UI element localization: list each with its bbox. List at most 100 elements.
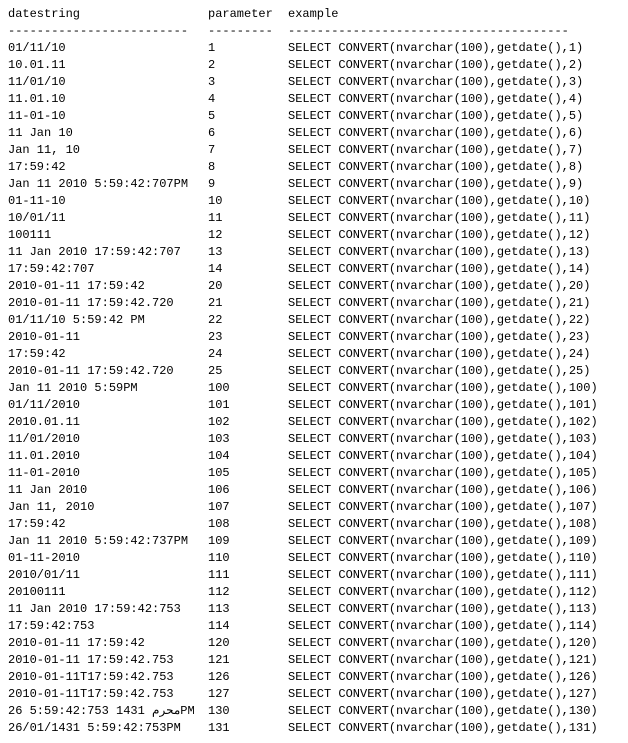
table-row: 17:59:42:753114SELECT CONVERT(nvarchar(1… (8, 618, 620, 635)
cell-parameter: 11 (208, 210, 288, 227)
cell-datestring: 17:59:42 (8, 346, 208, 363)
cell-example: SELECT CONVERT(nvarchar(100),getdate(),1… (288, 499, 620, 516)
sql-convert-table: datestring parameter example -----------… (8, 6, 620, 737)
table-row: 11-01-2010105SELECT CONVERT(nvarchar(100… (8, 465, 620, 482)
cell-example: SELECT CONVERT(nvarchar(100),getdate(),7… (288, 142, 620, 159)
table-row: 17:59:42108SELECT CONVERT(nvarchar(100),… (8, 516, 620, 533)
cell-datestring: 26/01/1431 5:59:42:753PM (8, 720, 208, 737)
cell-parameter: 23 (208, 329, 288, 346)
cell-parameter: 105 (208, 465, 288, 482)
cell-datestring: 2010-01-11 17:59:42.753 (8, 652, 208, 669)
cell-parameter: 5 (208, 108, 288, 125)
cell-datestring: Jan 11, 2010 (8, 499, 208, 516)
cell-example: SELECT CONVERT(nvarchar(100),getdate(),2… (288, 57, 620, 74)
table-row: 20100111112SELECT CONVERT(nvarchar(100),… (8, 584, 620, 601)
cell-parameter: 20 (208, 278, 288, 295)
cell-datestring: 10/01/11 (8, 210, 208, 227)
cell-example: SELECT CONVERT(nvarchar(100),getdate(),1… (288, 618, 620, 635)
cell-example: SELECT CONVERT(nvarchar(100),getdate(),8… (288, 159, 620, 176)
cell-parameter: 126 (208, 669, 288, 686)
cell-parameter: 112 (208, 584, 288, 601)
cell-parameter: 7 (208, 142, 288, 159)
cell-example: SELECT CONVERT(nvarchar(100),getdate(),2… (288, 295, 620, 312)
table-row: 11 Jan 2010 17:59:42:753113SELECT CONVER… (8, 601, 620, 618)
table-row: 2010-01-1123SELECT CONVERT(nvarchar(100)… (8, 329, 620, 346)
cell-parameter: 120 (208, 635, 288, 652)
table-row: 10/01/1111SELECT CONVERT(nvarchar(100),g… (8, 210, 620, 227)
cell-example: SELECT CONVERT(nvarchar(100),getdate(),2… (288, 312, 620, 329)
cell-parameter: 2 (208, 57, 288, 74)
cell-example: SELECT CONVERT(nvarchar(100),getdate(),1… (288, 669, 620, 686)
cell-example: SELECT CONVERT(nvarchar(100),getdate(),1… (288, 703, 620, 720)
cell-example: SELECT CONVERT(nvarchar(100),getdate(),1… (288, 40, 620, 57)
divider: --------------------------------------- (288, 23, 620, 40)
cell-parameter: 102 (208, 414, 288, 431)
cell-example: SELECT CONVERT(nvarchar(100),getdate(),1… (288, 431, 620, 448)
cell-parameter: 113 (208, 601, 288, 618)
cell-parameter: 104 (208, 448, 288, 465)
cell-datestring: 01/11/10 (8, 40, 208, 57)
cell-example: SELECT CONVERT(nvarchar(100),getdate(),1… (288, 465, 620, 482)
cell-datestring: 26 5:59:42:753 محرم 1431PM (8, 703, 208, 720)
table-row: 2010-01-11 17:59:42.72025SELECT CONVERT(… (8, 363, 620, 380)
cell-example: SELECT CONVERT(nvarchar(100),getdate(),1… (288, 397, 620, 414)
cell-example: SELECT CONVERT(nvarchar(100),getdate(),1… (288, 652, 620, 669)
cell-parameter: 114 (208, 618, 288, 635)
cell-example: SELECT CONVERT(nvarchar(100),getdate(),1… (288, 686, 620, 703)
cell-datestring: 11 Jan 10 (8, 125, 208, 142)
cell-example: SELECT CONVERT(nvarchar(100),getdate(),1… (288, 482, 620, 499)
table-row: 17:59:428SELECT CONVERT(nvarchar(100),ge… (8, 159, 620, 176)
table-row: Jan 11, 2010107SELECT CONVERT(nvarchar(1… (8, 499, 620, 516)
cell-example: SELECT CONVERT(nvarchar(100),getdate(),4… (288, 91, 620, 108)
divider: ------------------------- (8, 23, 208, 40)
cell-datestring: 11 Jan 2010 17:59:42:707 (8, 244, 208, 261)
cell-parameter: 107 (208, 499, 288, 516)
cell-example: SELECT CONVERT(nvarchar(100),getdate(),9… (288, 176, 620, 193)
cell-parameter: 1 (208, 40, 288, 57)
table-row: 01/11/10 5:59:42 PM22SELECT CONVERT(nvar… (8, 312, 620, 329)
cell-datestring: 2010-01-11 (8, 329, 208, 346)
cell-datestring: 11 Jan 2010 (8, 482, 208, 499)
cell-parameter: 109 (208, 533, 288, 550)
cell-example: SELECT CONVERT(nvarchar(100),getdate(),1… (288, 533, 620, 550)
cell-datestring: 2010/01/11 (8, 567, 208, 584)
cell-datestring: 17:59:42 (8, 159, 208, 176)
table-row: 11 Jan 2010106SELECT CONVERT(nvarchar(10… (8, 482, 620, 499)
cell-parameter: 101 (208, 397, 288, 414)
cell-datestring: Jan 11 2010 5:59PM (8, 380, 208, 397)
divider: --------- (208, 23, 288, 40)
table-row: 11-01-105SELECT CONVERT(nvarchar(100),ge… (8, 108, 620, 125)
table-row: 2010-01-11T17:59:42.753126SELECT CONVERT… (8, 669, 620, 686)
cell-example: SELECT CONVERT(nvarchar(100),getdate(),1… (288, 210, 620, 227)
cell-parameter: 131 (208, 720, 288, 737)
table-row: Jan 11, 107SELECT CONVERT(nvarchar(100),… (8, 142, 620, 159)
cell-example: SELECT CONVERT(nvarchar(100),getdate(),2… (288, 329, 620, 346)
table-row: 01/11/101SELECT CONVERT(nvarchar(100),ge… (8, 40, 620, 57)
cell-parameter: 100 (208, 380, 288, 397)
cell-example: SELECT CONVERT(nvarchar(100),getdate(),1… (288, 584, 620, 601)
cell-datestring: Jan 11 2010 5:59:42:737PM (8, 533, 208, 550)
cell-datestring: 11.01.10 (8, 91, 208, 108)
cell-parameter: 108 (208, 516, 288, 533)
cell-parameter: 12 (208, 227, 288, 244)
cell-example: SELECT CONVERT(nvarchar(100),getdate(),1… (288, 244, 620, 261)
table-row: 2010/01/11111SELECT CONVERT(nvarchar(100… (8, 567, 620, 584)
cell-parameter: 8 (208, 159, 288, 176)
cell-parameter: 103 (208, 431, 288, 448)
cell-datestring: 2010-01-11T17:59:42.753 (8, 669, 208, 686)
cell-example: SELECT CONVERT(nvarchar(100),getdate(),3… (288, 74, 620, 91)
cell-parameter: 127 (208, 686, 288, 703)
cell-datestring: 2010-01-11T17:59:42.753 (8, 686, 208, 703)
table-row: 11/01/103SELECT CONVERT(nvarchar(100),ge… (8, 74, 620, 91)
table-row: 26/01/1431 5:59:42:753PM131SELECT CONVER… (8, 720, 620, 737)
table-row: 10.01.112SELECT CONVERT(nvarchar(100),ge… (8, 57, 620, 74)
cell-parameter: 130 (208, 703, 288, 720)
cell-datestring: 2010-01-11 17:59:42.720 (8, 363, 208, 380)
table-row: 2010-01-11 17:59:42120SELECT CONVERT(nva… (8, 635, 620, 652)
header-example: example (288, 6, 620, 23)
cell-example: SELECT CONVERT(nvarchar(100),getdate(),1… (288, 380, 620, 397)
cell-parameter: 14 (208, 261, 288, 278)
cell-datestring: 01-11-2010 (8, 550, 208, 567)
cell-parameter: 4 (208, 91, 288, 108)
cell-parameter: 13 (208, 244, 288, 261)
